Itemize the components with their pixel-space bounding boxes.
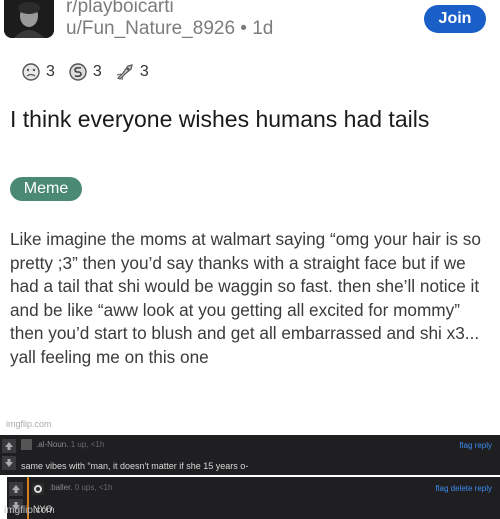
awards-row: 3 3 3 [20, 62, 161, 82]
post-card: r/playboicarti u/Fun_Nature_8926 • 1d Jo… [0, 0, 500, 432]
comment-row: .al-Noun. 1 up, <1h flag reply same vibe… [0, 435, 500, 475]
award-item[interactable]: 3 [114, 62, 149, 82]
rocket-award-icon [116, 64, 133, 81]
comment-header: .baller. 0 ups, <1h [49, 483, 112, 492]
post-flair[interactable]: Meme [10, 177, 82, 201]
meta-separator-dot: • [240, 18, 253, 39]
post-author-line: u/Fun_Nature_8926 • 1d [66, 18, 273, 40]
comment-header: .al-Noun. 1 up, <1h [36, 440, 104, 449]
commenter-avatar[interactable] [32, 482, 44, 495]
award-item[interactable]: 3 [20, 62, 55, 82]
watermark: imgflip.com [6, 419, 52, 429]
vote-controls [2, 439, 16, 473]
upvote-arrow-icon[interactable] [9, 482, 23, 496]
comments-section: .al-Noun. 1 up, <1h flag reply same vibe… [0, 433, 500, 519]
award-count: 3 [92, 63, 102, 80]
join-button[interactable]: Join [424, 5, 486, 33]
comment-text: same vibes with “man, it doesn't matter … [21, 461, 249, 471]
comment-meta: 0 ups, <1h [74, 483, 113, 492]
subreddit-name[interactable]: r/playboicarti [66, 0, 174, 18]
comment-username[interactable]: .baller. [49, 483, 73, 492]
downvote-arrow-icon[interactable] [2, 456, 16, 470]
comment-username[interactable]: .al-Noun. [36, 440, 68, 449]
comment-row-reply: .baller. 0 ups, <1h flag delete reply NY… [7, 477, 500, 519]
post-author[interactable]: u/Fun_Nature_8926 [66, 18, 235, 39]
upvote-arrow-icon[interactable] [2, 439, 16, 453]
post-title[interactable]: I think everyone wishes humans had tails [10, 104, 495, 134]
subreddit-avatar[interactable] [4, 0, 54, 38]
award-item[interactable]: 3 [67, 62, 102, 82]
comment-actions[interactable]: flag delete reply [436, 484, 492, 493]
watermark-bottom: imgflip.com [4, 505, 55, 516]
comment-meta: 1 up, <1h [70, 440, 105, 449]
award-count: 3 [46, 63, 55, 80]
sad-face-award-icon [22, 63, 40, 81]
comment-actions[interactable]: flag reply [460, 441, 492, 450]
commenter-avatar[interactable] [21, 439, 32, 450]
snoo-coin-award-icon [69, 63, 87, 81]
post-body: Like imagine the moms at walmart saying … [10, 229, 481, 367]
post-age: 1d [252, 18, 274, 39]
award-count: 3 [139, 63, 149, 80]
